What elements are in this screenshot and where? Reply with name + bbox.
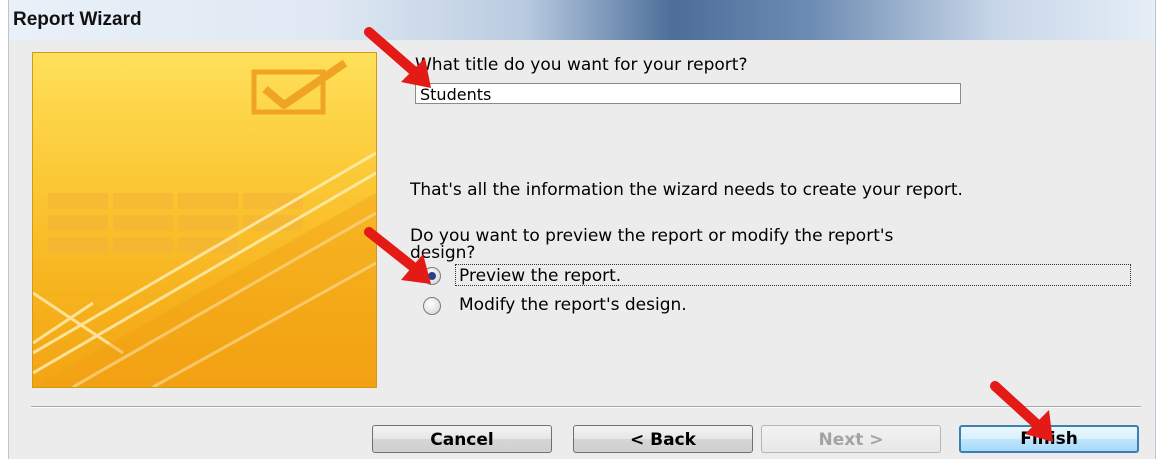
title-prompt-label: What title do you want for your report? bbox=[415, 55, 748, 75]
annotation-arrow-finish-icon bbox=[990, 381, 1053, 442]
title-bar[interactable]: Report Wizard bbox=[9, 0, 1155, 40]
wizard-banner-image bbox=[32, 52, 377, 388]
annotation-arrow-radio-icon bbox=[364, 227, 431, 284]
report-wizard-window: Report Wizard What title do you want for… bbox=[8, 0, 1156, 459]
next-button[interactable]: Next > bbox=[761, 425, 941, 453]
modify-design-label[interactable]: Modify the report's design. bbox=[459, 295, 687, 315]
wizard-illustration bbox=[33, 59, 376, 387]
info-text: That's all the information the wizard ne… bbox=[410, 180, 963, 200]
annotation-arrow-title-icon bbox=[364, 27, 431, 88]
preview-report-label[interactable]: Preview the report. bbox=[459, 266, 621, 286]
cancel-button[interactable]: Cancel bbox=[372, 425, 552, 453]
button-separator bbox=[31, 406, 1141, 408]
modify-design-radio[interactable] bbox=[423, 297, 441, 315]
question-text-line1: Do you want to preview the report or mod… bbox=[410, 226, 894, 246]
window-title: Report Wizard bbox=[13, 9, 142, 30]
back-button[interactable]: < Back bbox=[573, 425, 753, 453]
report-title-input[interactable]: Students bbox=[415, 83, 961, 104]
